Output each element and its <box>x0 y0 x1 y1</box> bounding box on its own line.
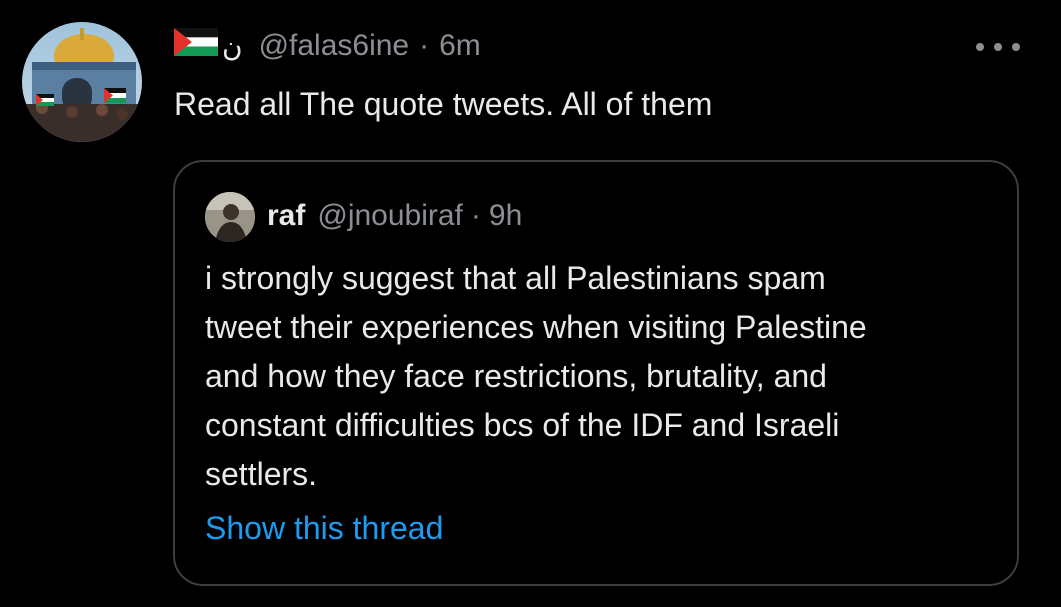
user-handle[interactable]: @falas6ine <box>259 29 410 63</box>
more-dot <box>1012 43 1020 51</box>
quoted-text-line: constant difficulties bcs of the IDF and… <box>205 407 840 443</box>
quoted-avatar[interactable] <box>205 192 255 242</box>
palestine-flag-icon <box>174 28 218 64</box>
tweet-text: Read all The quote tweets. All of them <box>174 86 713 122</box>
quoted-separator-dot: · <box>470 199 481 232</box>
quoted-display-name[interactable]: raf <box>267 199 305 233</box>
display-name[interactable]: ن <box>222 30 243 63</box>
quoted-text-line: tweet their experiences when visiting Pa… <box>205 309 867 345</box>
more-dot <box>994 43 1002 51</box>
quoted-handle[interactable]: @jnoubiraf <box>317 199 463 233</box>
tweet[interactable]: ن @falas6ine · 6m Read all The quote twe… <box>0 0 1061 607</box>
quoted-header: raf @jnoubiraf · 9h <box>267 196 522 236</box>
quoted-text-line: and how they face restrictions, brutalit… <box>205 358 827 394</box>
avatar[interactable] <box>22 22 142 142</box>
more-options-icon[interactable] <box>976 33 1020 61</box>
show-thread-link[interactable]: Show this thread <box>205 510 443 547</box>
tweet-header: ن @falas6ine · 6m <box>174 26 481 66</box>
quoted-text-line: i strongly suggest that all Palestinians… <box>205 260 826 296</box>
separator-dot: · <box>419 29 430 62</box>
timestamp[interactable]: 6m <box>439 29 481 63</box>
quoted-timestamp[interactable]: 9h <box>489 199 522 233</box>
more-dot <box>976 43 984 51</box>
quoted-text-line: settlers. <box>205 456 318 492</box>
quoted-tweet[interactable]: raf @jnoubiraf · 9h i strongly suggest t… <box>173 160 1019 586</box>
quoted-tweet-text: i strongly suggest that all Palestinians… <box>205 254 995 499</box>
